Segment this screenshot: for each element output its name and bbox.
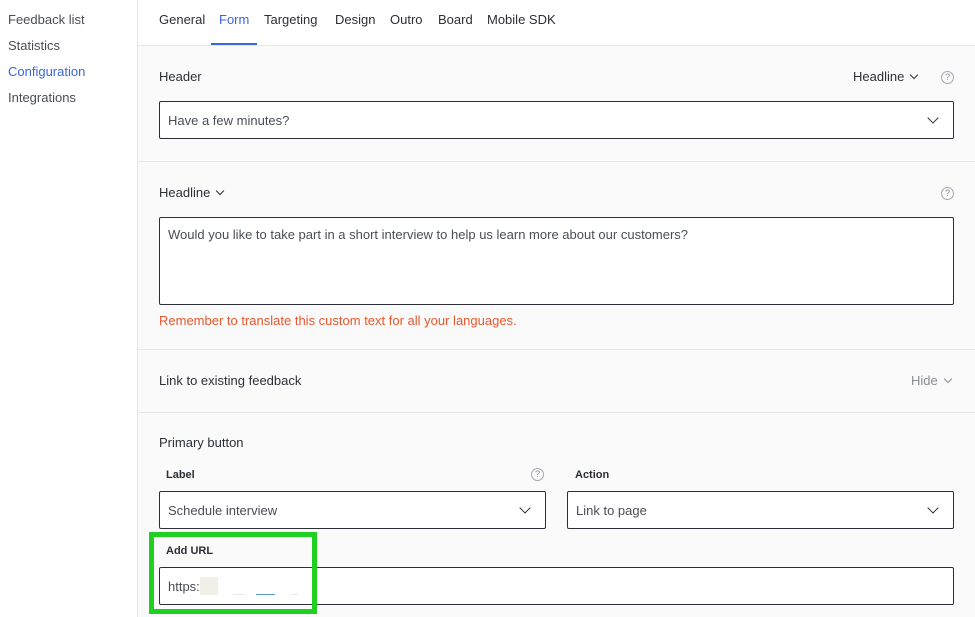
sidebar-item-configuration[interactable]: Configuration: [8, 64, 85, 79]
header-title: Header: [159, 69, 202, 84]
chevron-down-icon: [927, 502, 939, 514]
link-existing-feedback-section: Link to existing feedback Hide: [138, 350, 975, 413]
primary-button-title: Primary button: [159, 435, 244, 450]
label-select[interactable]: Schedule interview: [159, 491, 546, 529]
link-existing-feedback-title: Link to existing feedback: [159, 373, 302, 388]
label-field-title: Label: [166, 469, 195, 481]
tab-design[interactable]: Design: [335, 12, 375, 45]
tab-general[interactable]: General: [159, 12, 205, 45]
add-url-title: Add URL: [166, 545, 214, 557]
action-field-title: Action: [575, 469, 610, 481]
url-input[interactable]: https:: [159, 567, 954, 605]
help-icon[interactable]: ?: [941, 71, 954, 84]
form-config-panel: Header Headline ? Have a few minutes? He…: [138, 46, 975, 617]
header-section: Header Headline ? Have a few minutes?: [138, 46, 975, 162]
chevron-down-icon: [943, 374, 952, 384]
redacted-region: [233, 594, 245, 595]
sidebar-item-integrations[interactable]: Integrations: [8, 90, 76, 105]
tab-outro[interactable]: Outro: [390, 12, 423, 45]
url-input-value: https:: [168, 578, 200, 594]
config-tabs: General Form Targeting Design Outro Boar…: [138, 0, 975, 46]
header-type-label: Headline: [853, 69, 905, 84]
tab-form[interactable]: Form: [211, 12, 258, 45]
translation-warning: Remember to translate this custom text f…: [159, 313, 517, 328]
action-select-value: Link to page: [576, 502, 647, 518]
primary-button-section: Primary button Label ? Schedule intervie…: [138, 413, 975, 617]
tab-board[interactable]: Board: [438, 12, 473, 45]
header-select-value: Have a few minutes?: [168, 112, 290, 128]
label-select-value: Schedule interview: [168, 502, 278, 518]
sidebar-item-statistics[interactable]: Statistics: [8, 38, 60, 53]
tab-targeting[interactable]: Targeting: [264, 12, 317, 45]
sidebar: Feedback list Statistics Configuration I…: [0, 0, 138, 617]
headline-section: Headline ? Would you like to take part i…: [138, 162, 975, 350]
chevron-down-icon: [519, 502, 531, 514]
header-type-selector[interactable]: Headline: [853, 69, 919, 84]
headline-type-selector[interactable]: Headline: [159, 185, 225, 200]
tab-mobile-sdk[interactable]: Mobile SDK: [487, 12, 556, 45]
headline-title: Headline: [159, 185, 211, 200]
redacted-region: [200, 577, 218, 595]
hide-toggle[interactable]: Hide: [911, 373, 952, 388]
headline-textarea[interactable]: Would you like to take part in a short i…: [159, 217, 954, 305]
help-icon[interactable]: ?: [531, 468, 544, 481]
redacted-region: [256, 594, 275, 595]
hide-toggle-label: Hide: [911, 373, 938, 388]
header-select[interactable]: Have a few minutes?: [159, 101, 954, 139]
chevron-down-icon: [927, 112, 939, 124]
chevron-down-icon: [216, 186, 225, 196]
help-icon[interactable]: ?: [941, 187, 954, 200]
sidebar-item-feedback-list[interactable]: Feedback list: [8, 12, 85, 27]
chevron-down-icon: [910, 70, 919, 80]
action-select[interactable]: Link to page: [567, 491, 954, 529]
redacted-region: [291, 594, 298, 595]
